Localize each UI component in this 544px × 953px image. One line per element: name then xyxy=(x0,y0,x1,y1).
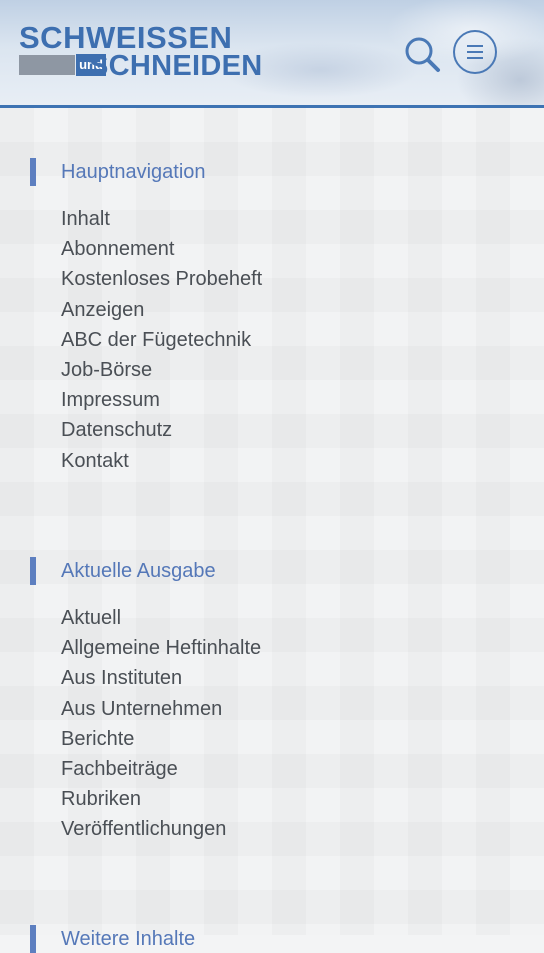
nav-item-fachbeitraege[interactable]: Fachbeiträge xyxy=(61,754,261,784)
section-accent-bar xyxy=(30,158,36,186)
nav-item-abonnement[interactable]: Abonnement xyxy=(61,234,262,264)
search-icon[interactable] xyxy=(402,34,442,74)
nav-item-rubriken[interactable]: Rubriken xyxy=(61,784,261,814)
nav-list: Inhalt Abonnement Kostenloses Probeheft … xyxy=(61,204,262,476)
nav-item-berichte[interactable]: Berichte xyxy=(61,724,261,754)
nav-item-probeheft[interactable]: Kostenloses Probeheft xyxy=(61,264,262,294)
nav-item-aus-instituten[interactable]: Aus Instituten xyxy=(61,663,261,693)
logo-gray-bar xyxy=(19,55,75,75)
site-header: SCHWEISSEN und SCHNEIDEN xyxy=(0,0,544,105)
nav-item-inhalt[interactable]: Inhalt xyxy=(61,204,262,234)
nav-item-job-boerse[interactable]: Job-Börse xyxy=(61,355,262,385)
section-title: Weitere Inhalte xyxy=(61,928,196,950)
logo[interactable]: SCHWEISSEN und SCHNEIDEN xyxy=(19,22,269,82)
nav-item-aus-unternehmen[interactable]: Aus Unternehmen xyxy=(61,694,261,724)
nav-item-veroeffentlichungen[interactable]: Veröffentlichungen xyxy=(61,814,261,844)
nav-item-impressum[interactable]: Impressum xyxy=(61,385,262,415)
section-accent-bar xyxy=(30,925,36,953)
nav-item-allgemeine-heftinhalte[interactable]: Allgemeine Heftinhalte xyxy=(61,633,261,663)
header-border xyxy=(0,105,544,108)
nav-item-kontakt[interactable]: Kontakt xyxy=(61,446,262,476)
section-title: Hauptnavigation xyxy=(61,161,206,183)
logo-text-bottom: SCHNEIDEN xyxy=(89,50,263,82)
nav-item-anzeigen[interactable]: Anzeigen xyxy=(61,295,262,325)
nav-item-datenschutz[interactable]: Datenschutz xyxy=(61,415,262,445)
menu-icon[interactable] xyxy=(453,30,497,74)
section-title: Aktuelle Ausgabe xyxy=(61,560,216,582)
nav-item-abc-fuegetechnik[interactable]: ABC der Fügetechnik xyxy=(61,325,262,355)
nav-item-aktuell[interactable]: Aktuell xyxy=(61,603,261,633)
nav-list: Aktuell Allgemeine Heftinhalte Aus Insti… xyxy=(61,603,261,845)
section-accent-bar xyxy=(30,557,36,585)
